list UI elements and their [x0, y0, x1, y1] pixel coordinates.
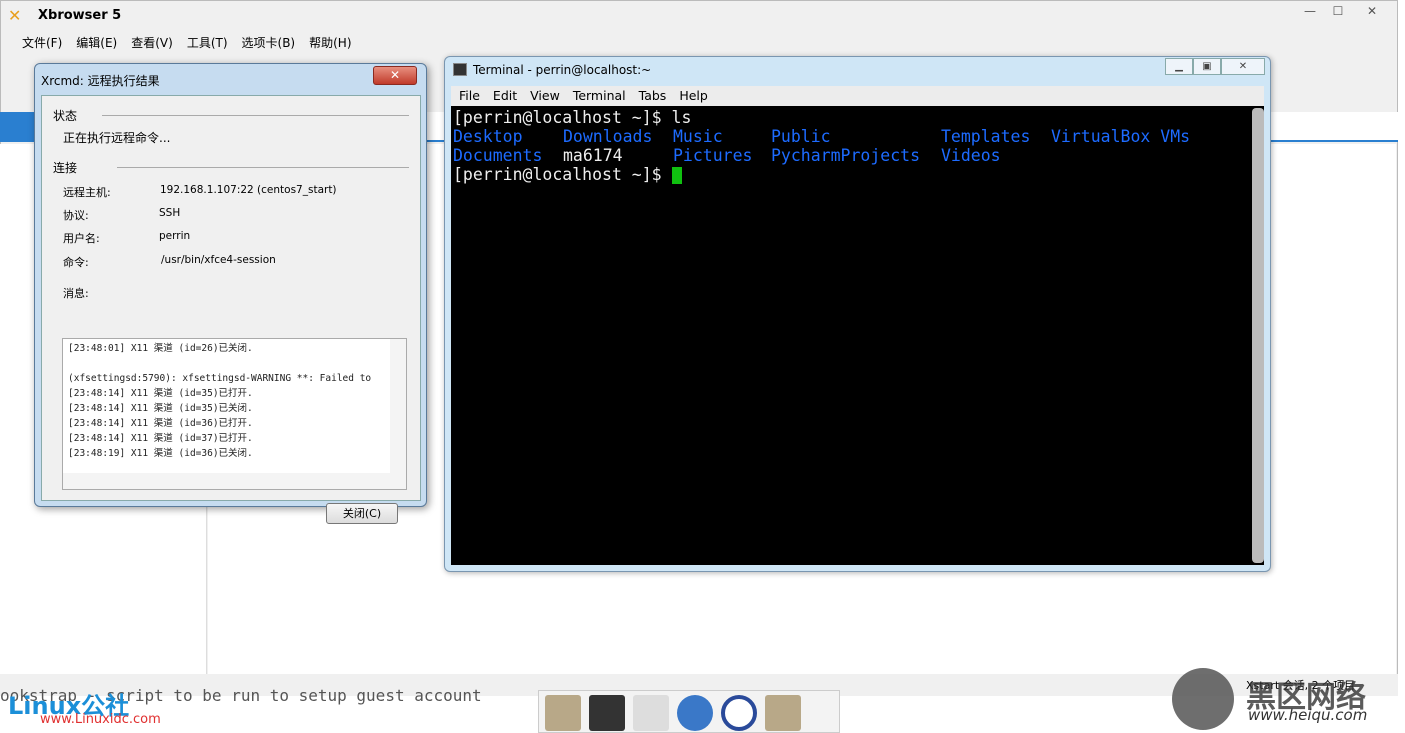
- terminal-minimize-button[interactable]: ▁: [1165, 58, 1193, 75]
- terminal-menu-tabs[interactable]: Tabs: [639, 86, 667, 106]
- message-log[interactable]: [23:48:01] X11 渠道 (id=26)已关闭. (xfsetting…: [62, 338, 407, 490]
- ls-entry: Templates: [941, 127, 1031, 146]
- terminal-icon: [453, 63, 467, 76]
- ls-entry: Music: [673, 127, 723, 146]
- log-line: [23:48:14] X11 渠道 (id=37)已打开.: [68, 433, 253, 444]
- command-label: 命令:: [63, 256, 89, 269]
- terminal-menu-edit[interactable]: Edit: [493, 86, 517, 106]
- menu-tools[interactable]: 工具(T): [187, 34, 228, 51]
- status-text: 正在执行远程命令...: [63, 131, 171, 145]
- web-browser-icon[interactable]: [677, 695, 713, 731]
- divider: [117, 167, 409, 168]
- terminal-menu-file[interactable]: File: [459, 86, 480, 106]
- log-line: (xfsettingsd:5790): xfsettingsd-WARNING …: [68, 373, 372, 384]
- menu-edit[interactable]: 编辑(E): [76, 34, 117, 51]
- menu-tabs[interactable]: 选项卡(B): [242, 34, 296, 51]
- heiqu-watermark-icon: [1172, 668, 1234, 730]
- close-button[interactable]: ✕: [1360, 4, 1384, 22]
- terminal-icon[interactable]: [589, 695, 625, 731]
- log-vertical-scrollbar[interactable]: [390, 339, 406, 473]
- maximize-button[interactable]: ☐: [1326, 4, 1350, 22]
- host-value: 192.168.1.107:22 (centos7_start): [160, 184, 337, 196]
- log-line: [23:48:14] X11 渠道 (id=36)已打开.: [68, 418, 253, 429]
- messages-label: 消息:: [63, 287, 89, 300]
- dialog-title: Xrcmd: 远程执行结果: [41, 74, 160, 88]
- cursor: [671, 167, 682, 184]
- username-value: perrin: [159, 230, 191, 242]
- prompt: [perrin@localhost ~]$: [453, 108, 672, 127]
- divider: [102, 115, 409, 116]
- status-heading: 状态: [53, 109, 78, 123]
- menu-file[interactable]: 文件(F): [22, 34, 62, 51]
- protocol-value: SSH: [159, 207, 181, 219]
- log-line: [23:48:19] X11 渠道 (id=36)已关闭.: [68, 448, 253, 459]
- terminal-scrollbar[interactable]: [1252, 108, 1264, 563]
- ls-entry: Videos: [941, 146, 1001, 165]
- home-folder-icon[interactable]: [545, 695, 581, 731]
- terminal-menu-view[interactable]: View: [530, 86, 560, 106]
- terminal-title: Terminal - perrin@localhost:~: [473, 63, 652, 77]
- xrcmd-dialog: Xrcmd: 远程执行结果 ✕ 状态 正在执行远程命令... 连接 远程主机: …: [34, 63, 427, 524]
- menu-help[interactable]: 帮助(H): [309, 34, 351, 51]
- terminal-menu-terminal[interactable]: Terminal: [573, 86, 626, 106]
- terminal-menubar: File Edit View Terminal Tabs Help: [451, 86, 1264, 106]
- file-cabinet-icon[interactable]: [633, 695, 669, 731]
- terminal-close-button[interactable]: ✕: [1221, 58, 1265, 75]
- dialog-close-x-button[interactable]: ✕: [373, 66, 417, 85]
- folder-icon[interactable]: [765, 695, 801, 731]
- protocol-label: 协议:: [63, 209, 89, 222]
- ls-entry: Desktop: [453, 127, 523, 146]
- log-line: [23:48:01] X11 渠道 (id=26)已关闭.: [68, 343, 253, 354]
- prompt: [perrin@localhost ~]$: [453, 165, 672, 184]
- dock: [538, 690, 840, 733]
- ls-entry: Pictures: [673, 146, 753, 165]
- heiqu-watermark-url: www.heiqu.com: [1248, 706, 1368, 724]
- username-label: 用户名:: [63, 232, 100, 245]
- xbrowser-logo-icon: ✕: [8, 6, 22, 25]
- command-value: /usr/bin/xfce4-session: [161, 254, 276, 266]
- minimize-button[interactable]: —: [1298, 4, 1322, 22]
- menu-view[interactable]: 查看(V): [131, 34, 173, 51]
- ls-entry: ma6174: [563, 146, 623, 165]
- log-line: [23:48:14] X11 渠道 (id=35)已关闭.: [68, 403, 253, 414]
- command: ls: [671, 108, 692, 127]
- ls-entry: VirtualBox VMs: [1051, 127, 1191, 146]
- log-line: [23:48:14] X11 渠道 (id=35)已打开.: [68, 388, 253, 399]
- terminal-menu-help[interactable]: Help: [679, 86, 708, 106]
- terminal-maximize-button[interactable]: ▣: [1193, 58, 1221, 75]
- ls-entry: PycharmProjects: [771, 146, 921, 165]
- terminal-screen[interactable]: [perrin@localhost ~]$ ls Desktop Downloa…: [451, 106, 1264, 565]
- search-icon[interactable]: [721, 695, 757, 731]
- linux-watermark-url: www.Linuxidc.com: [40, 712, 161, 727]
- host-label: 远程主机:: [63, 186, 111, 199]
- menubar: 文件(F) 编辑(E) 查看(V) 工具(T) 选项卡(B) 帮助(H): [22, 34, 352, 51]
- ls-entry: Documents: [453, 146, 543, 165]
- ls-entry: Downloads: [563, 127, 653, 146]
- ls-entry: Public: [771, 127, 831, 146]
- connection-heading: 连接: [53, 161, 78, 175]
- log-horizontal-scrollbar[interactable]: [63, 473, 406, 489]
- close-dialog-button[interactable]: 关闭(C): [326, 503, 398, 524]
- terminal-window: Terminal - perrin@localhost:~ ▁ ▣ ✕ File…: [444, 56, 1271, 572]
- dialog-body: 状态 正在执行远程命令... 连接 远程主机: 192.168.1.107:22…: [41, 95, 421, 524]
- app-title: Xbrowser 5: [38, 8, 122, 23]
